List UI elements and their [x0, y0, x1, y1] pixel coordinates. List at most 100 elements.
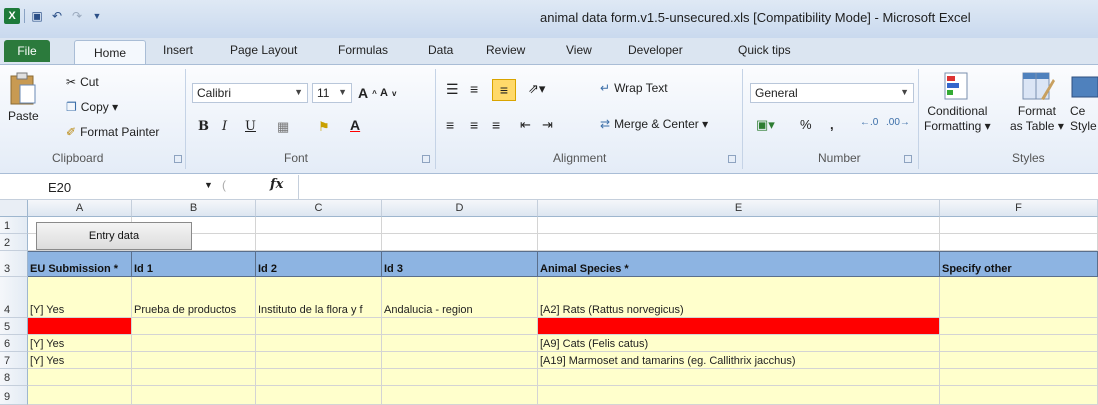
column-header-d[interactable]: D	[382, 200, 538, 217]
tab-insert[interactable]: Insert	[163, 43, 193, 57]
tab-file[interactable]: File	[4, 40, 50, 62]
cell-a6[interactable]: [Y] Yes	[28, 335, 132, 352]
undo-icon[interactable]: ↶	[49, 8, 65, 24]
cell-b5[interactable]	[132, 318, 256, 335]
cell-f6[interactable]	[940, 335, 1098, 352]
save-icon[interactable]: ▣	[29, 8, 45, 24]
cell-f9[interactable]	[940, 386, 1098, 405]
cell-d7[interactable]	[382, 352, 538, 369]
cell-e2[interactable]	[538, 234, 940, 251]
cell-e8[interactable]	[538, 369, 940, 386]
cell-a9[interactable]	[28, 386, 132, 405]
redo-icon[interactable]: ↷	[69, 8, 85, 24]
row-header-2[interactable]: 2	[0, 234, 28, 251]
tab-quick-tips[interactable]: Quick tips	[738, 43, 791, 57]
cell-e6[interactable]: [A9] Cats (Felis catus)	[538, 335, 940, 352]
row-header-8[interactable]: 8	[0, 369, 28, 386]
cell-d4[interactable]: Andalucia - region	[382, 277, 538, 318]
header-id-2[interactable]: Id 2	[256, 251, 382, 277]
cell-e4[interactable]: [A2] Rats (Rattus norvegicus)	[538, 277, 940, 318]
cell-f7[interactable]	[940, 352, 1098, 369]
align-bottom-icon[interactable]: ≡	[492, 79, 516, 101]
paste-button[interactable]: Paste	[8, 71, 39, 123]
cell-c8[interactable]	[256, 369, 382, 386]
increase-decimal-icon[interactable]: ←.0	[860, 117, 878, 128]
cell-f1[interactable]	[940, 217, 1098, 234]
tab-formulas[interactable]: Formulas	[338, 43, 388, 57]
orientation-icon[interactable]: ⇗▾	[528, 81, 545, 97]
cell-b4[interactable]: Prueba de productos	[132, 277, 256, 318]
tab-developer[interactable]: Developer	[628, 43, 683, 57]
cell-d2[interactable]	[382, 234, 538, 251]
cell-c4[interactable]: Instituto de la flora y f	[256, 277, 382, 318]
align-right-icon[interactable]: ≡	[492, 117, 500, 133]
tab-page-layout[interactable]: Page Layout	[230, 43, 297, 57]
wrap-text-button[interactable]: ↵ Wrap Text	[600, 81, 668, 95]
borders-icon[interactable]: ▦	[277, 119, 289, 135]
italic-icon[interactable]: I	[222, 119, 227, 134]
row-header-3[interactable]: 3	[0, 251, 28, 277]
cell-b8[interactable]	[132, 369, 256, 386]
cell-d5[interactable]	[382, 318, 538, 335]
tab-home[interactable]: Home	[74, 40, 146, 64]
font-launcher-icon[interactable]	[422, 155, 430, 163]
entry-data-button[interactable]: Entry data	[36, 222, 192, 250]
cell-a5[interactable]	[28, 318, 132, 335]
column-header-f[interactable]: F	[940, 200, 1098, 217]
select-all-corner[interactable]	[0, 200, 28, 217]
align-left-icon[interactable]: ≡	[446, 117, 454, 133]
cell-d8[interactable]	[382, 369, 538, 386]
cell-f8[interactable]	[940, 369, 1098, 386]
tab-view[interactable]: View	[566, 43, 592, 57]
cell-e9[interactable]	[538, 386, 940, 405]
align-middle-icon[interactable]: ≡	[470, 81, 478, 97]
row-header-1[interactable]: 1	[0, 217, 28, 234]
row-header-6[interactable]: 6	[0, 335, 28, 352]
cell-c1[interactable]	[256, 217, 382, 234]
align-center-icon[interactable]: ≡	[470, 117, 478, 133]
cell-e7[interactable]: [A19] Marmoset and tamarins (eg. Callith…	[538, 352, 940, 369]
column-header-b[interactable]: B	[132, 200, 256, 217]
cell-d9[interactable]	[382, 386, 538, 405]
comma-style-icon[interactable]: ,	[830, 117, 834, 132]
row-header-9[interactable]: 9	[0, 386, 28, 405]
font-size-combo[interactable]: 11 ▼	[312, 83, 352, 103]
cell-d1[interactable]	[382, 217, 538, 234]
cell-c6[interactable]	[256, 335, 382, 352]
tab-data[interactable]: Data	[428, 43, 453, 57]
cell-a4[interactable]: [Y] Yes	[28, 277, 132, 318]
formula-input[interactable]	[304, 179, 1084, 195]
name-box[interactable]: E20	[0, 176, 190, 198]
cell-e5[interactable]	[538, 318, 940, 335]
copy-button[interactable]: ❐ Copy ▾	[66, 100, 118, 114]
header-specify-other[interactable]: Specify other	[940, 251, 1098, 277]
font-color-icon[interactable]: A	[350, 117, 360, 133]
merge-center-button[interactable]: ⇄ Merge & Center ▾	[600, 117, 708, 131]
cell-styles-button[interactable]: Ce Style	[1070, 71, 1098, 133]
cell-c2[interactable]	[256, 234, 382, 251]
row-header-7[interactable]: 7	[0, 352, 28, 369]
decrease-indent-icon[interactable]: ⇤	[520, 117, 531, 133]
conditional-formatting-button[interactable]: Conditional Formatting ▾	[924, 71, 991, 133]
alignment-launcher-icon[interactable]	[728, 155, 736, 163]
cell-f5[interactable]	[940, 318, 1098, 335]
cell-b9[interactable]	[132, 386, 256, 405]
bold-icon[interactable]: B	[198, 119, 209, 134]
accounting-format-icon[interactable]: ▣▾	[756, 117, 775, 133]
cell-c5[interactable]	[256, 318, 382, 335]
underline-icon[interactable]: U	[245, 119, 256, 134]
row-header-4[interactable]: 4	[0, 277, 28, 318]
shrink-font-icon[interactable]: Av	[380, 87, 396, 99]
cell-f4[interactable]	[940, 277, 1098, 318]
excel-logo-icon[interactable]: X	[4, 8, 20, 24]
cell-d6[interactable]	[382, 335, 538, 352]
format-as-table-button[interactable]: Format as Table ▾	[1010, 71, 1064, 133]
cell-b7[interactable]	[132, 352, 256, 369]
grow-font-icon[interactable]: A ^	[358, 85, 377, 101]
header-animal-species[interactable]: Animal Species *	[538, 251, 940, 277]
cell-e1[interactable]	[538, 217, 940, 234]
cell-f2[interactable]	[940, 234, 1098, 251]
clipboard-launcher-icon[interactable]	[174, 155, 182, 163]
column-header-e[interactable]: E	[538, 200, 940, 217]
header-eu-submission[interactable]: EU Submission *	[28, 251, 132, 277]
